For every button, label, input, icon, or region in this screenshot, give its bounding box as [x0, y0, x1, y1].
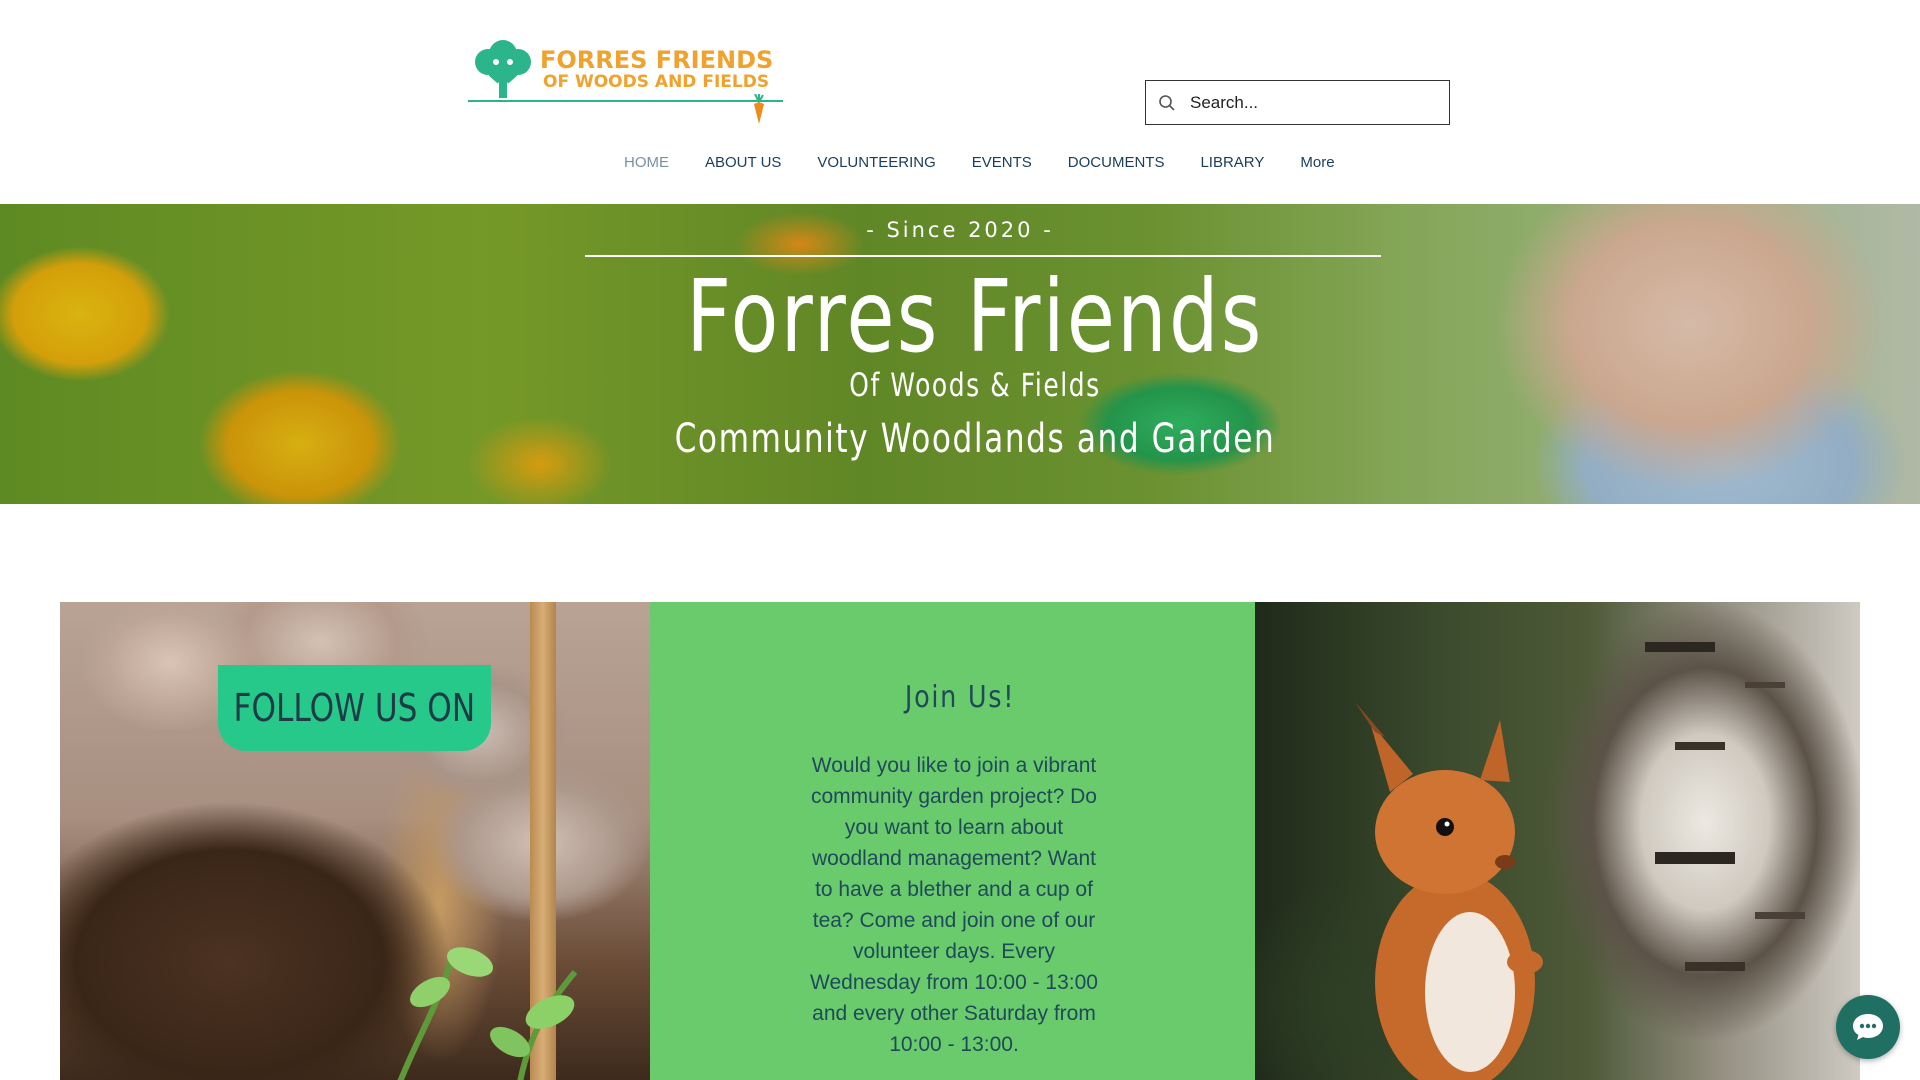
nav-item-about-us[interactable]: ABOUT US [705, 154, 781, 171]
site-logo[interactable]: FORRES FRIENDS OF WOODS AND FIELDS [468, 36, 788, 126]
hero-tagline: Community Woodlands and Garden [674, 416, 1276, 462]
logo-line-2: OF WOODS AND FIELDS [543, 72, 770, 92]
hero-divider [585, 255, 1381, 257]
content-strip: FOLLOW US ON Join Us! Would you like to … [60, 602, 1860, 1080]
search-box[interactable] [1145, 80, 1450, 125]
nav-item-volunteering[interactable]: VOLUNTEERING [817, 154, 935, 171]
garden-photo-panel: FOLLOW US ON [60, 602, 650, 1080]
logo-line-1: FORRES FRIENDS [540, 46, 774, 74]
nav-item-library[interactable]: LIBRARY [1200, 154, 1264, 171]
hero-since: - Since 2020 - [866, 218, 1054, 242]
hero-subtitle: Of Woods & Fields [849, 366, 1101, 404]
nav-item-more[interactable]: More [1300, 154, 1334, 171]
join-us-text: Would you like to join a vibrant communi… [810, 754, 1098, 1056]
follow-us-label: FOLLOW US ON [233, 686, 476, 730]
chat-button[interactable] [1836, 995, 1900, 1059]
nav-item-home[interactable]: HOME [624, 154, 669, 171]
site-header: FORRES FRIENDS OF WOODS AND FIELDS HOME … [0, 0, 1920, 204]
nav-item-documents[interactable]: DOCUMENTS [1068, 154, 1165, 171]
birch-bark-image [1645, 642, 1805, 971]
main-nav: HOME ABOUT US VOLUNTEERING EVENTS DOCUME… [624, 154, 1371, 171]
hero-banner: - Since 2020 - Forres Friends Of Woods &… [0, 204, 1920, 504]
logo-ground-line [468, 100, 783, 102]
sprout-image [397, 947, 578, 1080]
red-squirrel-image [1355, 702, 1543, 1080]
nav-item-events[interactable]: EVENTS [972, 154, 1032, 171]
squirrel-photo-panel [1255, 602, 1860, 1080]
chat-bubble-icon [1853, 1014, 1883, 1040]
tree-icon [475, 40, 531, 98]
join-us-panel: Join Us! Would you like to join a vibran… [650, 602, 1255, 1080]
follow-us-button[interactable]: FOLLOW US ON [218, 665, 491, 751]
search-input[interactable] [1190, 92, 1430, 113]
hero-title: Forres Friends [686, 258, 1264, 375]
carrot-icon [754, 94, 764, 124]
join-us-title: Join Us! [904, 680, 1016, 715]
search-icon [1159, 94, 1175, 111]
